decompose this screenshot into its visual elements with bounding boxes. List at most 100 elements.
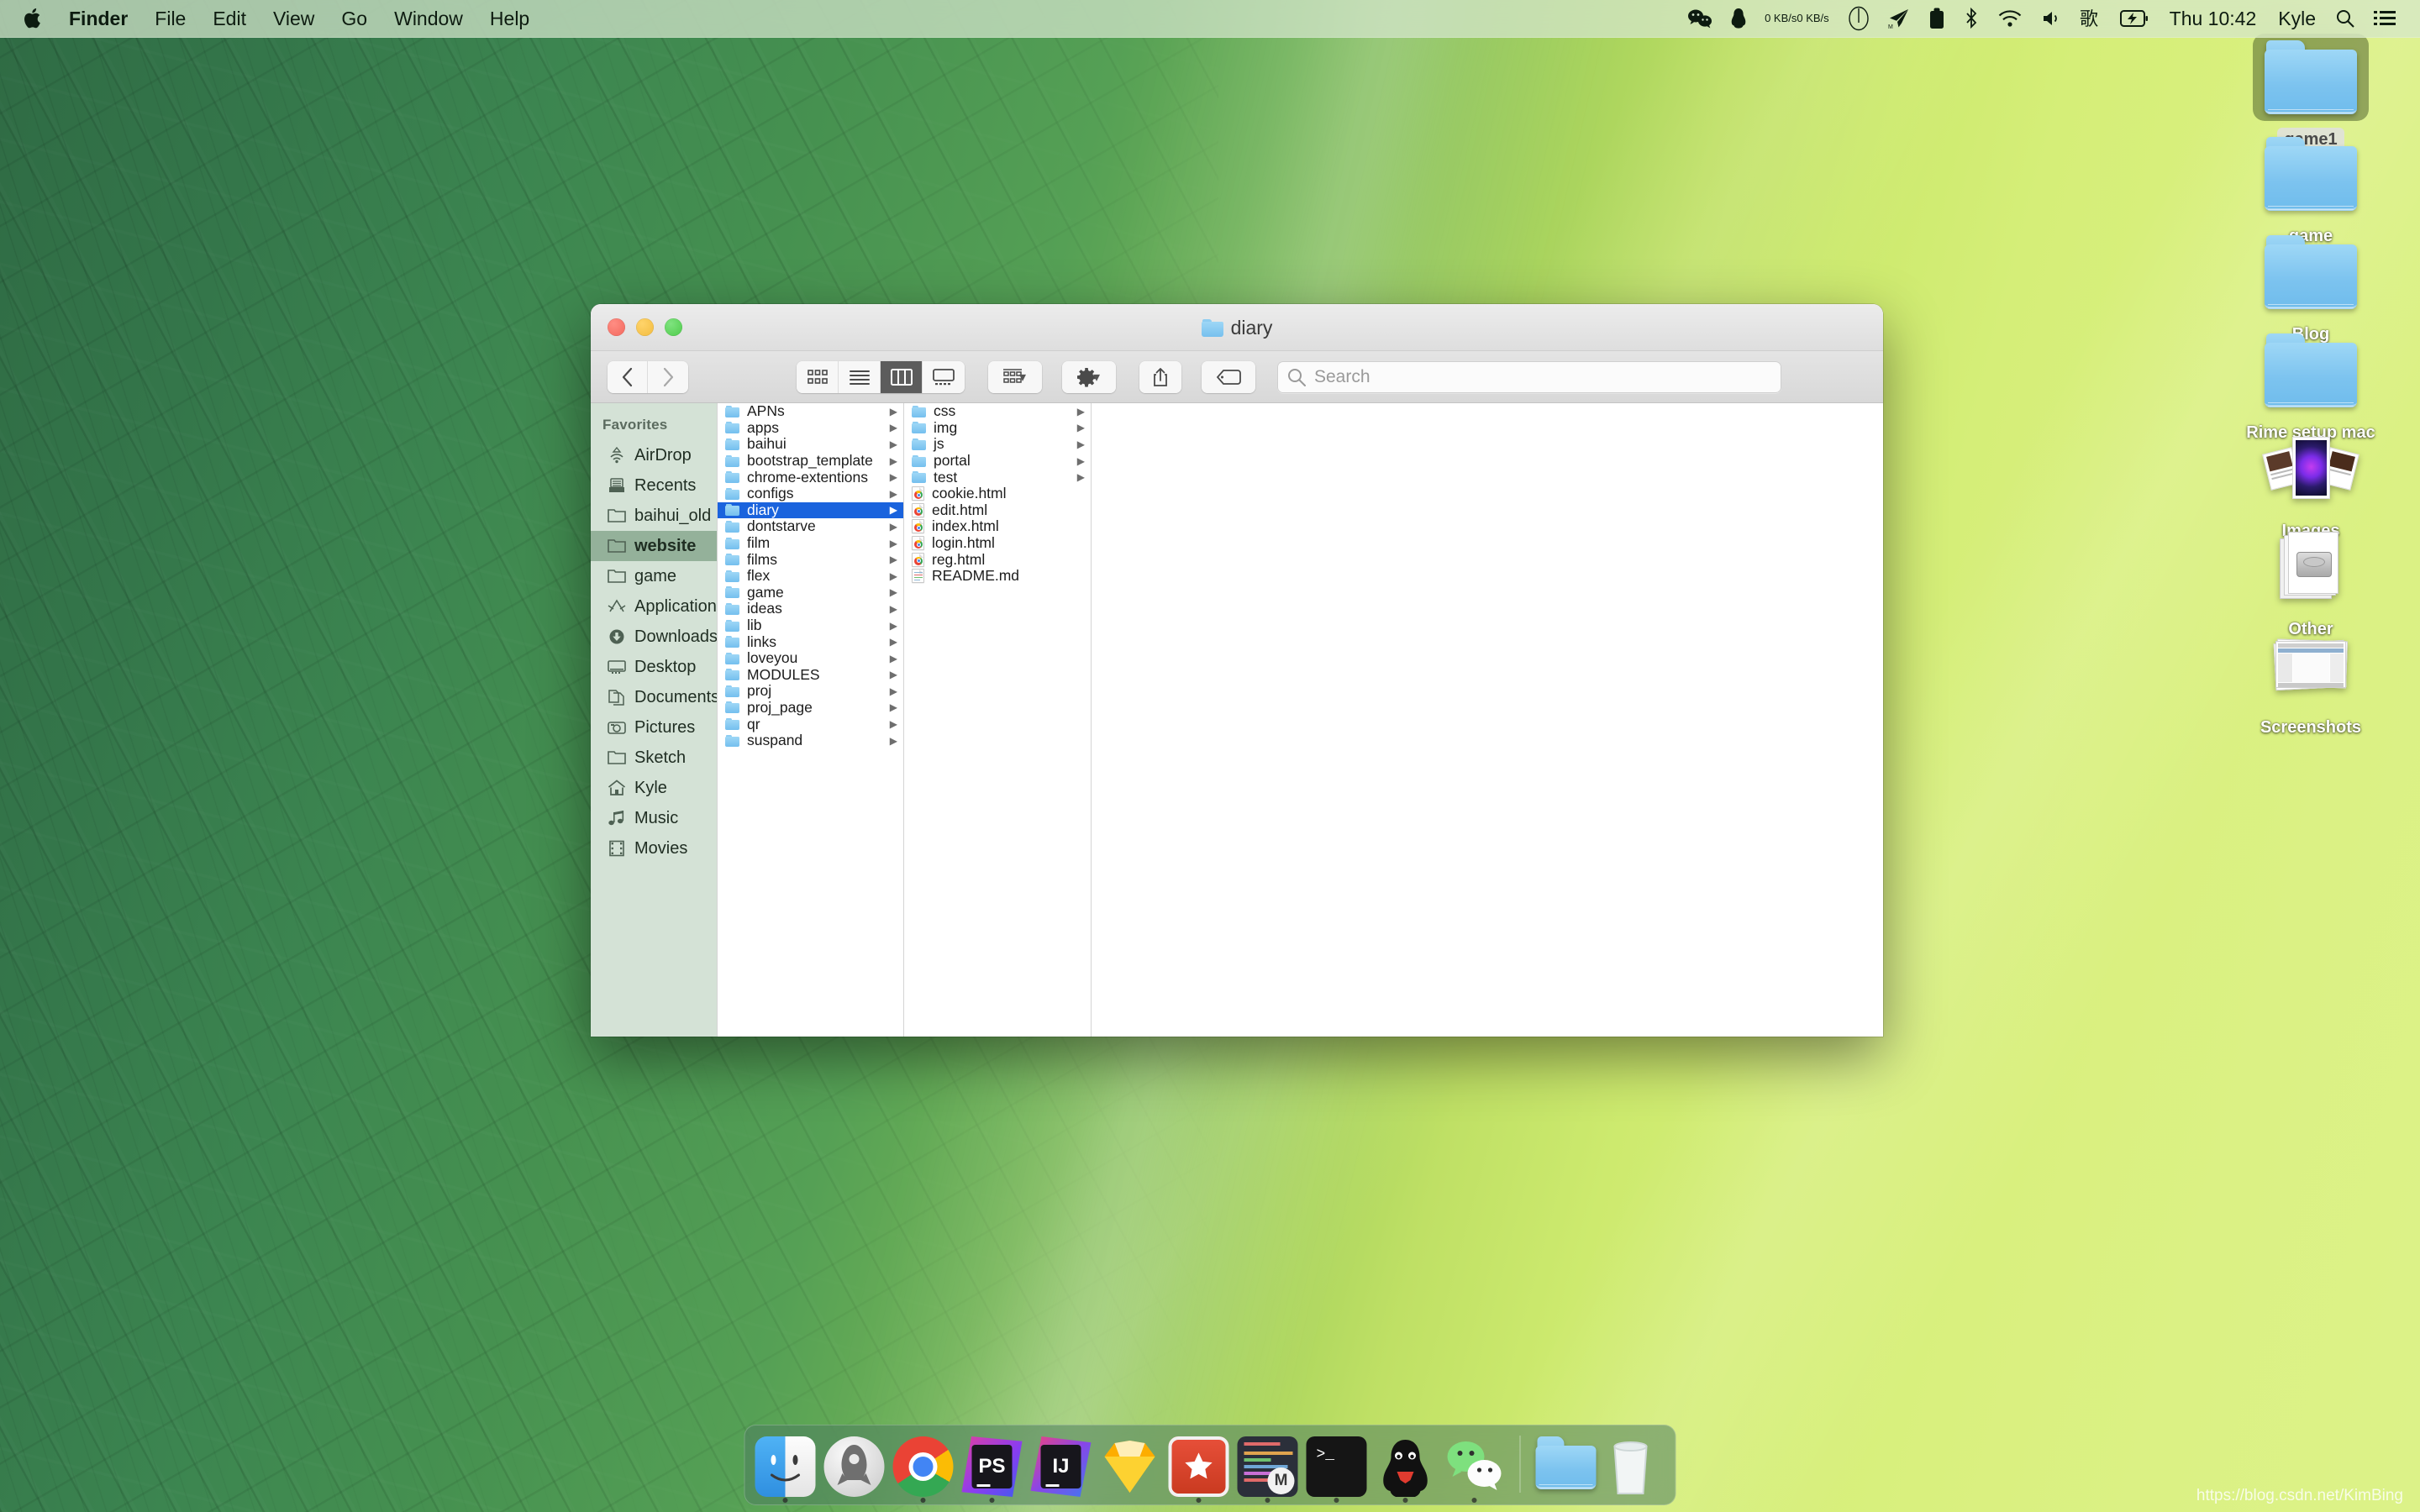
file-row[interactable]: proj_page ▶: [718, 699, 903, 717]
disclosure-arrow-icon[interactable]: ▶: [890, 570, 897, 582]
sidebar-item-desktop[interactable]: Desktop: [591, 652, 717, 682]
menu-item-window[interactable]: Window: [381, 0, 476, 38]
disclosure-arrow-icon[interactable]: ▶: [890, 406, 897, 417]
file-row[interactable]: edit.html: [904, 501, 1091, 519]
dock-item-launchpad[interactable]: [823, 1436, 885, 1497]
disclosure-arrow-icon[interactable]: ▶: [890, 471, 897, 483]
wechat-icon[interactable]: [1678, 0, 1722, 38]
file-row[interactable]: login.html: [904, 534, 1091, 552]
close-button[interactable]: [608, 318, 625, 336]
disk-gauge-icon[interactable]: [1839, 0, 1879, 38]
file-row[interactable]: index.html: [904, 517, 1091, 535]
file-row[interactable]: baihui ▶: [718, 435, 903, 453]
file-row[interactable]: bootstrap_template ▶: [718, 452, 903, 470]
sidebar-item-sketch[interactable]: Sketch: [591, 743, 717, 773]
action-gear-dropdown[interactable]: ▾: [1062, 360, 1116, 393]
disclosure-arrow-icon[interactable]: ▶: [890, 554, 897, 565]
file-row[interactable]: lib ▶: [718, 617, 903, 634]
paper-plane-icon[interactable]: M: [1879, 0, 1919, 38]
menu-item-file[interactable]: File: [141, 0, 199, 38]
dock-item-sketch[interactable]: [1100, 1436, 1160, 1497]
file-row[interactable]: css ▶: [904, 403, 1091, 420]
disclosure-arrow-icon[interactable]: ▶: [890, 422, 897, 433]
file-row[interactable]: suspand ▶: [718, 732, 903, 749]
dock-item-intellij-idea[interactable]: IJ: [1030, 1436, 1092, 1497]
chinese-input-icon[interactable]: 歌: [2070, 0, 2111, 38]
finder-window[interactable]: diary ▾ ▾ Search Favorites AirDrop Recen…: [591, 304, 1883, 1037]
dock-item-wechat[interactable]: [1444, 1436, 1505, 1503]
disclosure-arrow-icon[interactable]: ▶: [890, 636, 897, 648]
file-row[interactable]: README.md: [904, 567, 1091, 585]
file-row[interactable]: configs ▶: [718, 485, 903, 502]
disclosure-arrow-icon[interactable]: ▶: [890, 488, 897, 500]
file-row[interactable]: test ▶: [904, 469, 1091, 486]
disclosure-arrow-icon[interactable]: ▶: [890, 504, 897, 516]
disclosure-arrow-icon[interactable]: ▶: [1077, 406, 1085, 417]
menu-item-help[interactable]: Help: [476, 0, 543, 38]
disclosure-arrow-icon[interactable]: ▶: [890, 735, 897, 747]
sidebar-item-website[interactable]: website: [591, 531, 717, 561]
file-row[interactable]: ideas ▶: [718, 600, 903, 617]
group-by-icon[interactable]: ▾: [988, 360, 1042, 393]
volume-icon[interactable]: [2032, 0, 2070, 38]
tags-button[interactable]: [1202, 360, 1255, 393]
dock-item-macdown[interactable]: M: [1237, 1436, 1298, 1503]
disclosure-arrow-icon[interactable]: ▶: [1077, 471, 1085, 483]
disclosure-arrow-icon[interactable]: ▶: [890, 620, 897, 632]
file-row[interactable]: apps ▶: [718, 419, 903, 437]
network-speed-indicator[interactable]: 0 KB/s 0 KB/s: [1755, 0, 1839, 38]
sidebar-item-baihui-old[interactable]: baihui_old: [591, 501, 717, 531]
file-row[interactable]: qr ▶: [718, 716, 903, 732]
sidebar-item-downloads[interactable]: Downloads: [591, 622, 717, 652]
sidebar-item-recents[interactable]: Recents: [591, 470, 717, 501]
finder-titlebar[interactable]: diary: [591, 304, 1883, 351]
disclosure-arrow-icon[interactable]: ▶: [890, 586, 897, 598]
file-row[interactable]: dontstarve ▶: [718, 517, 903, 535]
disclosure-arrow-icon[interactable]: ▶: [890, 521, 897, 533]
menu-item-finder[interactable]: Finder: [55, 0, 141, 38]
clipboard-icon[interactable]: [1919, 0, 1954, 38]
sidebar-item-music[interactable]: Music: [591, 803, 717, 833]
group-by-dropdown[interactable]: ▾: [988, 360, 1042, 393]
dock-item-wunderlist[interactable]: [1168, 1436, 1229, 1503]
file-row[interactable]: chrome-extentions ▶: [718, 469, 903, 486]
sidebar-item-airdrop[interactable]: AirDrop: [591, 440, 717, 470]
dock-item-photoshop[interactable]: PS: [961, 1436, 1023, 1503]
disclosure-arrow-icon[interactable]: ▶: [890, 669, 897, 680]
file-row[interactable]: links ▶: [718, 633, 903, 650]
file-row[interactable]: js ▶: [904, 435, 1091, 453]
file-row[interactable]: proj ▶: [718, 682, 903, 700]
finder-column-3-preview[interactable]: [1091, 403, 1883, 1037]
file-row[interactable]: flex ▶: [718, 567, 903, 585]
dock[interactable]: PS IJ M >_: [744, 1425, 1676, 1505]
apple-logo-icon[interactable]: [0, 7, 55, 30]
back-button[interactable]: [608, 360, 648, 393]
search-input[interactable]: Search: [1277, 360, 1781, 393]
share-icon[interactable]: [1139, 360, 1181, 393]
disclosure-arrow-icon[interactable]: ▶: [890, 455, 897, 467]
finder-sidebar[interactable]: Favorites AirDrop Recents baihui_old websit…: [591, 403, 717, 1037]
file-row[interactable]: reg.html: [904, 551, 1091, 568]
file-row[interactable]: films ▶: [718, 551, 903, 568]
disclosure-arrow-icon[interactable]: ▶: [890, 701, 897, 713]
sidebar-item-movies[interactable]: Movies: [591, 833, 717, 864]
file-row[interactable]: cookie.html: [904, 485, 1091, 502]
desktop-icon-screenshots[interactable]: Screenshots: [2239, 622, 2382, 739]
dock-item-google-chrome[interactable]: [892, 1436, 954, 1503]
dock-item-downloads-stack[interactable]: [1535, 1436, 1597, 1497]
share-button[interactable]: [1139, 360, 1181, 393]
menu-item-go[interactable]: Go: [328, 0, 381, 38]
control-center-icon[interactable]: [2365, 0, 2405, 38]
finder-column-2[interactable]: css ▶ img ▶ js ▶ portal ▶ test ▶ cookie.html edit.h…: [903, 403, 1091, 1037]
disclosure-arrow-icon[interactable]: ▶: [890, 685, 897, 697]
disclosure-arrow-icon[interactable]: ▶: [890, 653, 897, 664]
sidebar-item-documents[interactable]: Documents: [591, 682, 717, 712]
disclosure-arrow-icon[interactable]: ▶: [890, 603, 897, 615]
file-row[interactable]: diary ▶: [718, 501, 903, 519]
menu-item-edit[interactable]: Edit: [199, 0, 260, 38]
finder-column-1[interactable]: APNs ▶ apps ▶ baihui ▶ bootstrap_template ▶ chro…: [717, 403, 903, 1037]
dock-item-terminal[interactable]: >_: [1306, 1436, 1367, 1503]
dock-item-qq[interactable]: [1376, 1436, 1436, 1503]
sidebar-item-kyle[interactable]: Kyle: [591, 773, 717, 803]
file-row[interactable]: APNs ▶: [718, 403, 903, 420]
